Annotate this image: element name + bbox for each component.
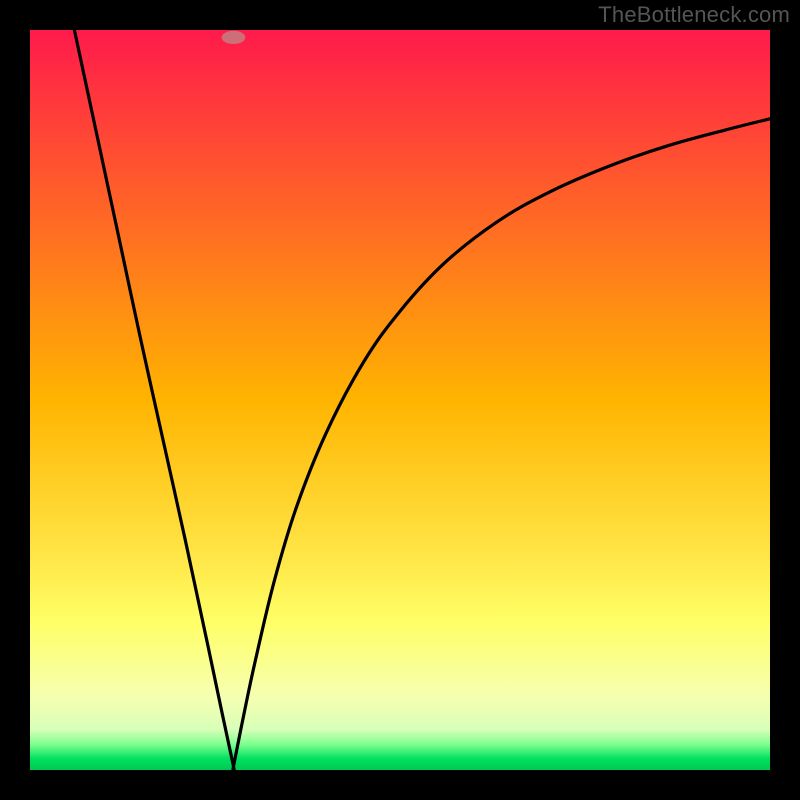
chart-svg [0, 0, 800, 800]
plot-background [30, 30, 770, 770]
chart-root: TheBottleneck.com [0, 0, 800, 800]
optimal-marker [222, 31, 246, 44]
watermark-text: TheBottleneck.com [598, 2, 790, 28]
